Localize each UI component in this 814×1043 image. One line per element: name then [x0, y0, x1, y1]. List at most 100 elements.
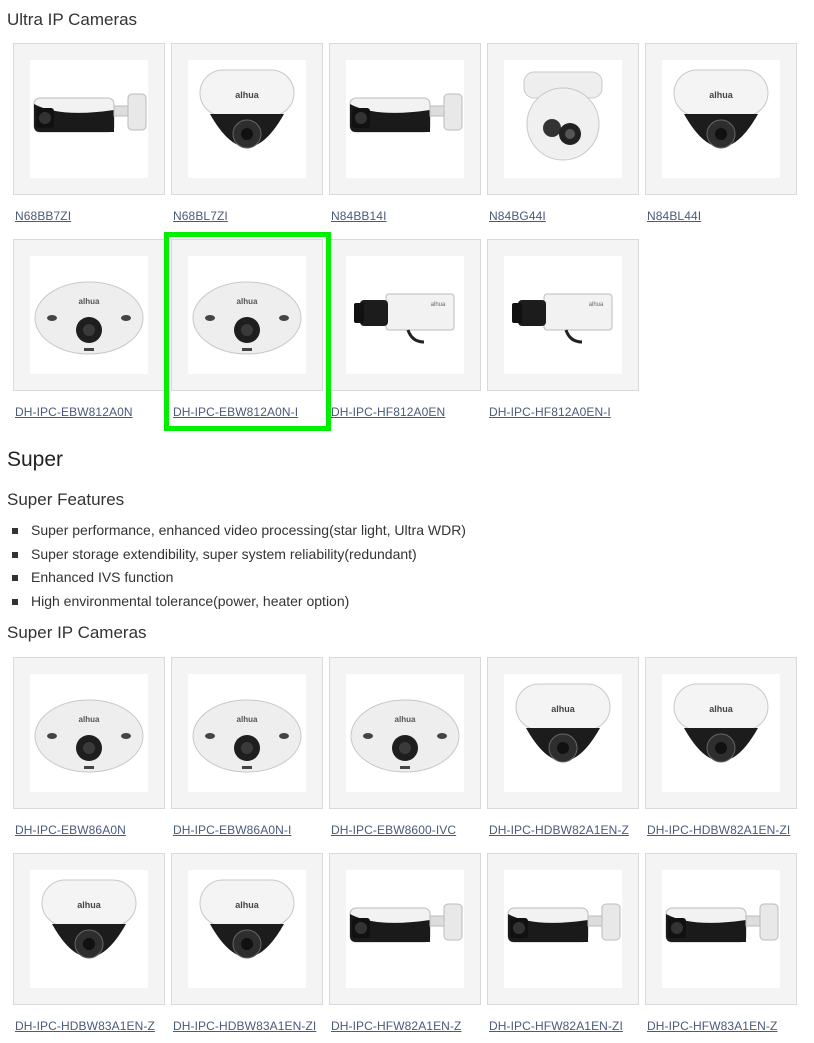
camera-card[interactable]: alhua DH-IPC-HDBW83A1EN-Z [13, 853, 165, 1033]
fisheye-camera-icon: alhua [30, 256, 148, 374]
bullet-camera-icon [346, 60, 464, 178]
camera-model-link[interactable]: DH-IPC-HDBW83A1EN-ZI [173, 1019, 316, 1033]
camera-model-link[interactable]: N68BB7ZI [15, 209, 71, 223]
camera-card[interactable]: alhua DH-IPC-HDBW82A1EN-Z [487, 657, 639, 837]
camera-thumbnail[interactable]: alhua [487, 239, 639, 391]
bullet-camera-icon [346, 870, 464, 988]
camera-thumbnail[interactable]: alhua [329, 239, 481, 391]
camera-thumbnail[interactable]: alhua [645, 43, 797, 195]
camera-thumbnail[interactable] [329, 43, 481, 195]
svg-text:alhua: alhua [589, 302, 604, 308]
dome-camera-icon: alhua [504, 674, 622, 792]
feature-item: High environmental tolerance(power, heat… [12, 590, 466, 614]
camera-thumbnail[interactable] [13, 43, 165, 195]
bullet-camera-icon [504, 870, 622, 988]
svg-text:alhua: alhua [79, 297, 100, 306]
camera-thumbnail[interactable]: alhua [13, 853, 165, 1005]
camera-card[interactable]: alhua DH-IPC-HDBW82A1EN-ZI [645, 657, 797, 837]
camera-model-link[interactable]: DH-IPC-HDBW82A1EN-ZI [647, 823, 790, 837]
camera-model-link[interactable]: N68BL7ZI [173, 209, 228, 223]
camera-thumbnail[interactable]: alhua [487, 657, 639, 809]
svg-text:alhua: alhua [77, 900, 102, 910]
dome-camera-icon: alhua [30, 870, 148, 988]
camera-thumbnail[interactable] [487, 853, 639, 1005]
camera-thumbnail[interactable]: alhua [171, 239, 323, 391]
fisheye-camera-icon: alhua [346, 674, 464, 792]
camera-model-link[interactable]: DH-IPC-EBW86A0N [15, 823, 126, 837]
svg-text:alhua: alhua [709, 704, 734, 714]
camera-model-link[interactable]: DH-IPC-HFW82A1EN-Z [331, 1019, 461, 1033]
camera-model-link[interactable]: DH-IPC-EBW812A0N-I [173, 405, 298, 419]
bullet-icon [12, 598, 18, 605]
box-camera-icon: alhua [504, 256, 622, 374]
camera-thumbnail[interactable]: alhua [645, 657, 797, 809]
camera-model-link[interactable]: N84BG44I [489, 209, 546, 223]
fisheye-camera-icon: alhua [188, 256, 306, 374]
camera-card[interactable]: N68BB7ZI [13, 43, 165, 223]
svg-text:alhua: alhua [431, 302, 446, 308]
eyeball-camera-icon [504, 60, 622, 178]
camera-card[interactable]: DH-IPC-HFW83A1EN-Z [645, 853, 797, 1033]
super-cameras-title: Super IP Cameras [7, 623, 147, 642]
svg-text:alhua: alhua [395, 715, 416, 724]
camera-card[interactable]: alhua DH-IPC-HF812A0EN [329, 239, 481, 419]
bullet-camera-icon [662, 870, 780, 988]
camera-card[interactable]: alhua DH-IPC-EBW86A0N [13, 657, 165, 837]
camera-thumbnail[interactable]: alhua [13, 239, 165, 391]
camera-thumbnail[interactable]: alhua [329, 657, 481, 809]
camera-card[interactable]: alhua DH-IPC-EBW812A0N-I [171, 239, 323, 419]
camera-model-link[interactable]: N84BB14I [331, 209, 387, 223]
svg-text:alhua: alhua [551, 704, 576, 714]
camera-card[interactable]: alhua DH-IPC-EBW86A0N-I [171, 657, 323, 837]
camera-model-link[interactable]: DH-IPC-HF812A0EN [331, 405, 445, 419]
bullet-icon [12, 551, 18, 558]
camera-thumbnail[interactable]: alhua [13, 657, 165, 809]
bullet-camera-icon [30, 60, 148, 178]
svg-text:alhua: alhua [237, 715, 258, 724]
camera-model-link[interactable]: DH-IPC-HF812A0EN-I [489, 405, 611, 419]
super-features-list: Super performance, enhanced video proces… [12, 519, 466, 613]
super-features-title: Super Features [7, 490, 125, 509]
camera-thumbnail[interactable]: alhua [171, 43, 323, 195]
camera-card[interactable]: alhua DH-IPC-HDBW83A1EN-ZI [171, 853, 323, 1033]
svg-text:alhua: alhua [235, 90, 260, 100]
feature-item: Super storage extendibility, super syste… [12, 543, 466, 567]
camera-model-link[interactable]: DH-IPC-HDBW83A1EN-Z [15, 1019, 155, 1033]
dome-camera-icon: alhua [188, 60, 306, 178]
camera-card[interactable]: DH-IPC-HFW82A1EN-Z [329, 853, 481, 1033]
camera-thumbnail[interactable] [329, 853, 481, 1005]
feature-item: Super performance, enhanced video proces… [12, 519, 466, 543]
fisheye-camera-icon: alhua [30, 674, 148, 792]
camera-model-link[interactable]: DH-IPC-EBW812A0N [15, 405, 133, 419]
svg-text:alhua: alhua [237, 297, 258, 306]
camera-card[interactable]: alhua N68BL7ZI [171, 43, 323, 223]
camera-card[interactable]: N84BG44I [487, 43, 639, 223]
svg-text:alhua: alhua [235, 900, 260, 910]
camera-card[interactable]: alhua DH-IPC-HF812A0EN-I [487, 239, 639, 419]
ultra-section-title: Ultra IP Cameras [7, 10, 138, 29]
camera-thumbnail[interactable]: alhua [171, 853, 323, 1005]
camera-model-link[interactable]: DH-IPC-EBW8600-IVC [331, 823, 456, 837]
camera-thumbnail[interactable] [645, 853, 797, 1005]
camera-model-link[interactable]: DH-IPC-HFW82A1EN-ZI [489, 1019, 623, 1033]
camera-card[interactable]: alhua DH-IPC-EBW8600-IVC [329, 657, 481, 837]
svg-text:alhua: alhua [709, 90, 734, 100]
camera-model-link[interactable]: DH-IPC-HFW83A1EN-Z [647, 1019, 777, 1033]
camera-card[interactable]: N84BB14I [329, 43, 481, 223]
camera-model-link[interactable]: DH-IPC-HDBW82A1EN-Z [489, 823, 629, 837]
camera-card[interactable]: alhua N84BL44I [645, 43, 797, 223]
camera-thumbnail[interactable] [487, 43, 639, 195]
camera-thumbnail[interactable]: alhua [171, 657, 323, 809]
bullet-icon [12, 575, 18, 581]
fisheye-camera-icon: alhua [188, 674, 306, 792]
feature-item: Enhanced IVS function [12, 566, 466, 590]
camera-model-link[interactable]: DH-IPC-EBW86A0N-I [173, 823, 291, 837]
svg-text:alhua: alhua [79, 715, 100, 724]
camera-model-link[interactable]: N84BL44I [647, 209, 701, 223]
dome-camera-icon: alhua [188, 870, 306, 988]
bullet-icon [12, 528, 18, 534]
dome-camera-icon: alhua [662, 674, 780, 792]
box-camera-icon: alhua [346, 256, 464, 374]
camera-card[interactable]: DH-IPC-HFW82A1EN-ZI [487, 853, 639, 1033]
camera-card[interactable]: alhua DH-IPC-EBW812A0N [13, 239, 165, 419]
